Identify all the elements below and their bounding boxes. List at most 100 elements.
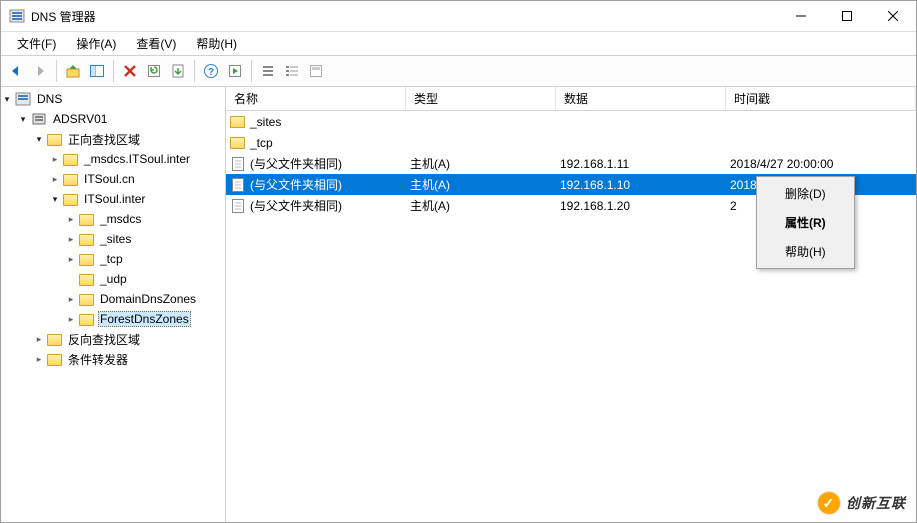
col-time[interactable]: 时间戳: [726, 87, 916, 110]
tree-sub-tcp[interactable]: ▸ _tcp: [1, 249, 225, 269]
list-header: 名称 类型 数据 时间戳: [226, 87, 916, 111]
folder-icon: [79, 254, 94, 266]
tree-zone-msdcs[interactable]: ▸ _msdcs.ITSoul.inter: [1, 149, 225, 169]
cell-data: 192.168.1.10: [560, 178, 630, 192]
list-row[interactable]: (与父文件夹相同)主机(A)192.168.1.112018/4/27 20:0…: [226, 153, 916, 174]
ctx-properties[interactable]: 属性(R): [759, 208, 852, 237]
toolbar: ?: [1, 55, 916, 87]
tree-sub-udp[interactable]: _udp: [1, 269, 225, 289]
folder-icon: [230, 114, 246, 130]
list-row[interactable]: _sites: [226, 111, 916, 132]
ctx-delete[interactable]: 删除(D): [759, 179, 852, 208]
help-button[interactable]: ?: [200, 60, 222, 82]
window-title: DNS 管理器: [31, 8, 96, 25]
tree-domaindnszones[interactable]: ▸ DomainDnsZones: [1, 289, 225, 309]
watermark-text: 创新互联: [846, 493, 906, 513]
expand-icon[interactable]: ▾: [1, 93, 13, 105]
expand-icon[interactable]: ▸: [49, 173, 61, 185]
menu-view[interactable]: 查看(V): [128, 33, 184, 54]
refresh-button[interactable]: [143, 60, 165, 82]
list-pane: 名称 类型 数据 时间戳 _sites _tcp (与父文件夹相同) 主机(A) 192…: [226, 87, 916, 522]
tree-zone-itsoul-cn[interactable]: ▸ ITSoul.cn: [1, 169, 225, 189]
context-menu: 删除(D) 属性(R) 帮助(H): [756, 176, 855, 269]
menu-help[interactable]: 帮助(H): [188, 33, 245, 54]
tree-reverse-zones[interactable]: ▸ 反向查找区域: [1, 329, 225, 349]
filter-icon[interactable]: [305, 60, 327, 82]
list-row[interactable]: _tcp: [226, 132, 916, 153]
list-body[interactable]: _sites_tcp(与父文件夹相同)主机(A)192.168.1.112018…: [226, 111, 916, 522]
folder-icon: [79, 294, 94, 306]
expand-icon[interactable]: ▸: [65, 293, 77, 305]
tree-forestdnszones[interactable]: ▸ ForestDnsZones: [1, 309, 225, 329]
zone-icon: [63, 174, 78, 186]
menu-file[interactable]: 文件(F): [9, 33, 64, 54]
toolbar-separator: [56, 60, 57, 82]
expand-icon[interactable]: ▸: [65, 213, 77, 225]
expand-icon[interactable]: ▸: [65, 233, 77, 245]
zone-icon: [63, 154, 78, 166]
tree-server[interactable]: ▾ ADSRV01: [1, 109, 225, 129]
cell-type: 主机(A): [410, 197, 450, 214]
cell-time: 2: [730, 199, 737, 213]
tree-sub-sites[interactable]: ▸ _sites: [1, 229, 225, 249]
tree-conditional-forwarders[interactable]: ▸ 条件转发器: [1, 349, 225, 369]
cell-name: (与父文件夹相同): [250, 197, 342, 214]
cell-name: (与父文件夹相同): [250, 176, 342, 193]
record-icon: [230, 177, 246, 193]
toolbar-separator: [194, 60, 195, 82]
folder-icon: [47, 134, 62, 146]
folder-icon: [79, 274, 94, 286]
cell-name: (与父文件夹相同): [250, 155, 342, 172]
maximize-button[interactable]: [824, 1, 870, 31]
record-icon: [230, 198, 246, 214]
toolbar-separator: [251, 60, 252, 82]
window-controls: [778, 1, 916, 31]
cell-data: 192.168.1.20: [560, 199, 630, 213]
tree-sub-msdcs[interactable]: ▸ _msdcs: [1, 209, 225, 229]
minimize-button[interactable]: [778, 1, 824, 31]
expand-icon[interactable]: ▸: [65, 253, 77, 265]
zone-icon: [63, 194, 78, 206]
expand-icon[interactable]: ▸: [65, 313, 77, 325]
folder-icon: [79, 214, 94, 226]
delete-button[interactable]: [119, 60, 141, 82]
app-icon: [9, 8, 25, 24]
cell-type: 主机(A): [410, 176, 450, 193]
dns-manager-window: DNS 管理器 文件(F) 操作(A) 查看(V) 帮助(H) ?: [0, 0, 917, 523]
titlebar: DNS 管理器: [1, 1, 916, 31]
nav-back-button[interactable]: [5, 60, 27, 82]
expand-icon[interactable]: ▸: [33, 353, 45, 365]
watermark: ✓ 创新互联: [818, 492, 906, 514]
expand-icon[interactable]: ▸: [49, 153, 61, 165]
close-button[interactable]: [870, 1, 916, 31]
export-button[interactable]: [167, 60, 189, 82]
tree-forward-zones[interactable]: ▾ 正向查找区域: [1, 129, 225, 149]
col-type[interactable]: 类型: [406, 87, 556, 110]
up-button[interactable]: [62, 60, 84, 82]
action-icon[interactable]: [224, 60, 246, 82]
expand-icon[interactable]: ▾: [33, 133, 45, 145]
folder-icon: [79, 314, 94, 326]
tree-zone-itsoul-inter[interactable]: ▾ ITSoul.inter: [1, 189, 225, 209]
col-name[interactable]: 名称: [226, 87, 406, 110]
expand-icon[interactable]: ▸: [33, 333, 45, 345]
record-icon: [230, 156, 246, 172]
expand-icon[interactable]: ▾: [17, 113, 29, 125]
col-data[interactable]: 数据: [556, 87, 726, 110]
titlebar-left: DNS 管理器: [9, 8, 96, 25]
tree-root-dns[interactable]: ▾ DNS: [1, 89, 225, 109]
menu-action[interactable]: 操作(A): [68, 33, 124, 54]
cell-time: 2018/4/27 20:00:00: [730, 157, 833, 171]
detail-icon[interactable]: [281, 60, 303, 82]
tree-pane[interactable]: ▾ DNS ▾ ADSRV01 ▾ 正向查找区域 ▸ _msdcs.ITSou: [1, 87, 226, 522]
folder-icon: [47, 334, 62, 346]
cell-type: 主机(A): [410, 155, 450, 172]
nav-forward-button[interactable]: [29, 60, 51, 82]
list-icon[interactable]: [257, 60, 279, 82]
ctx-help[interactable]: 帮助(H): [759, 237, 852, 266]
content-area: ▾ DNS ▾ ADSRV01 ▾ 正向查找区域 ▸ _msdcs.ITSou: [1, 87, 916, 522]
cell-name: _sites: [250, 115, 281, 129]
show-hide-tree-button[interactable]: [86, 60, 108, 82]
cell-name: _tcp: [250, 136, 273, 150]
expand-icon[interactable]: ▾: [49, 193, 61, 205]
